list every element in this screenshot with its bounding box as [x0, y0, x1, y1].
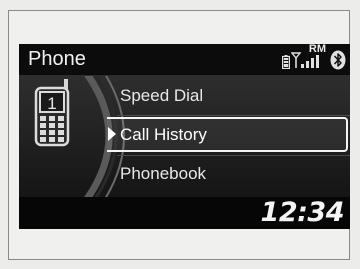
- page-title: Phone: [28, 48, 86, 70]
- menu-item-label: Phonebook: [120, 164, 207, 183]
- menu-item-label: Speed Dial: [120, 86, 204, 105]
- menu-item-call-history[interactable]: Call History: [107, 117, 350, 153]
- phone-screen: Phone RM 1 Speed Dial Call History Phone…: [19, 44, 350, 229]
- phone-display-number: 1: [47, 94, 56, 113]
- bluetooth-icon: [330, 50, 346, 70]
- menu-divider: [117, 115, 350, 116]
- menu-item-phonebook[interactable]: Phonebook: [120, 156, 344, 192]
- menu-item-speed-dial[interactable]: Speed Dial: [120, 78, 344, 114]
- battery-icon: [282, 55, 290, 69]
- header-bar: Phone RM: [19, 44, 350, 76]
- roaming-label: RM: [308, 44, 326, 55]
- footer-bar: 12:34: [19, 197, 350, 229]
- clock: 12:34: [260, 197, 345, 228]
- menu-area: 1 Speed Dial Call History Phonebook: [19, 71, 350, 202]
- selection-arrow-icon: [108, 127, 116, 141]
- menu-item-label: Call History: [120, 125, 207, 144]
